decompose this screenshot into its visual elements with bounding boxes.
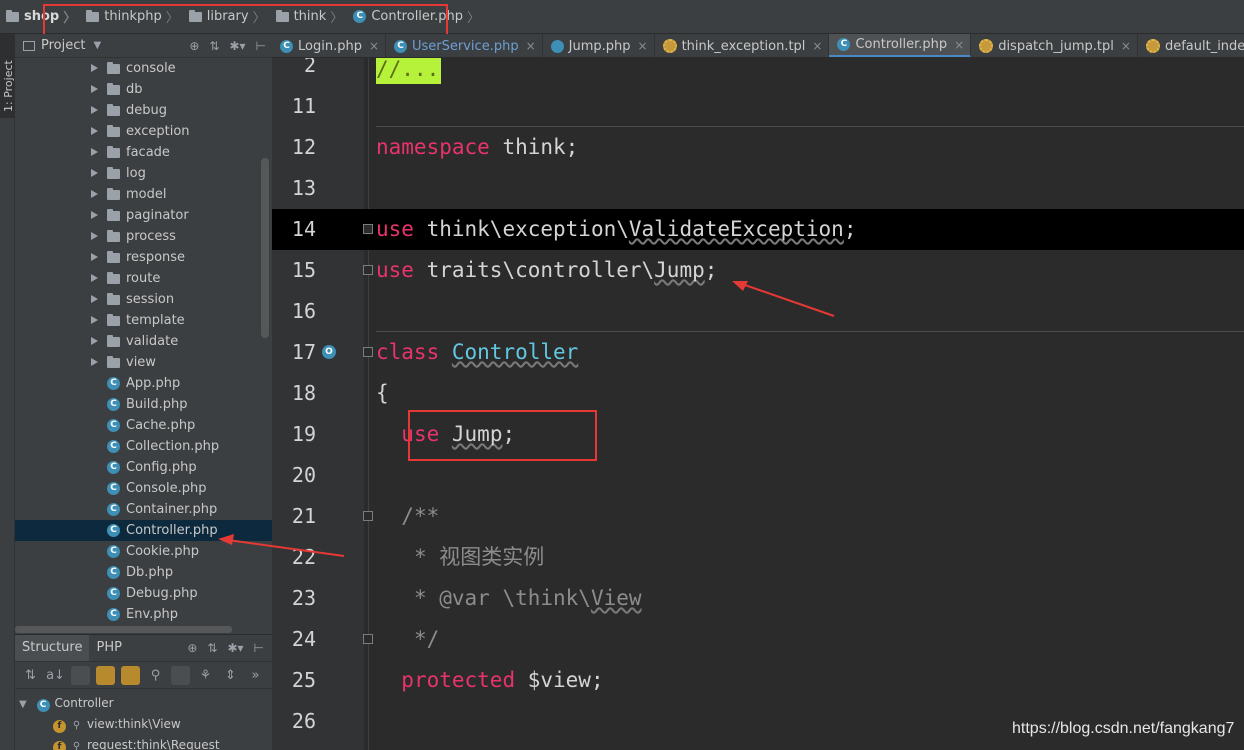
arrow-to-controller-file — [218, 534, 345, 557]
arrow-to-use-jump — [732, 281, 835, 317]
annotation-arrows — [218, 281, 835, 557]
watermark: https://blog.csdn.net/fangkang7 — [1012, 720, 1235, 737]
